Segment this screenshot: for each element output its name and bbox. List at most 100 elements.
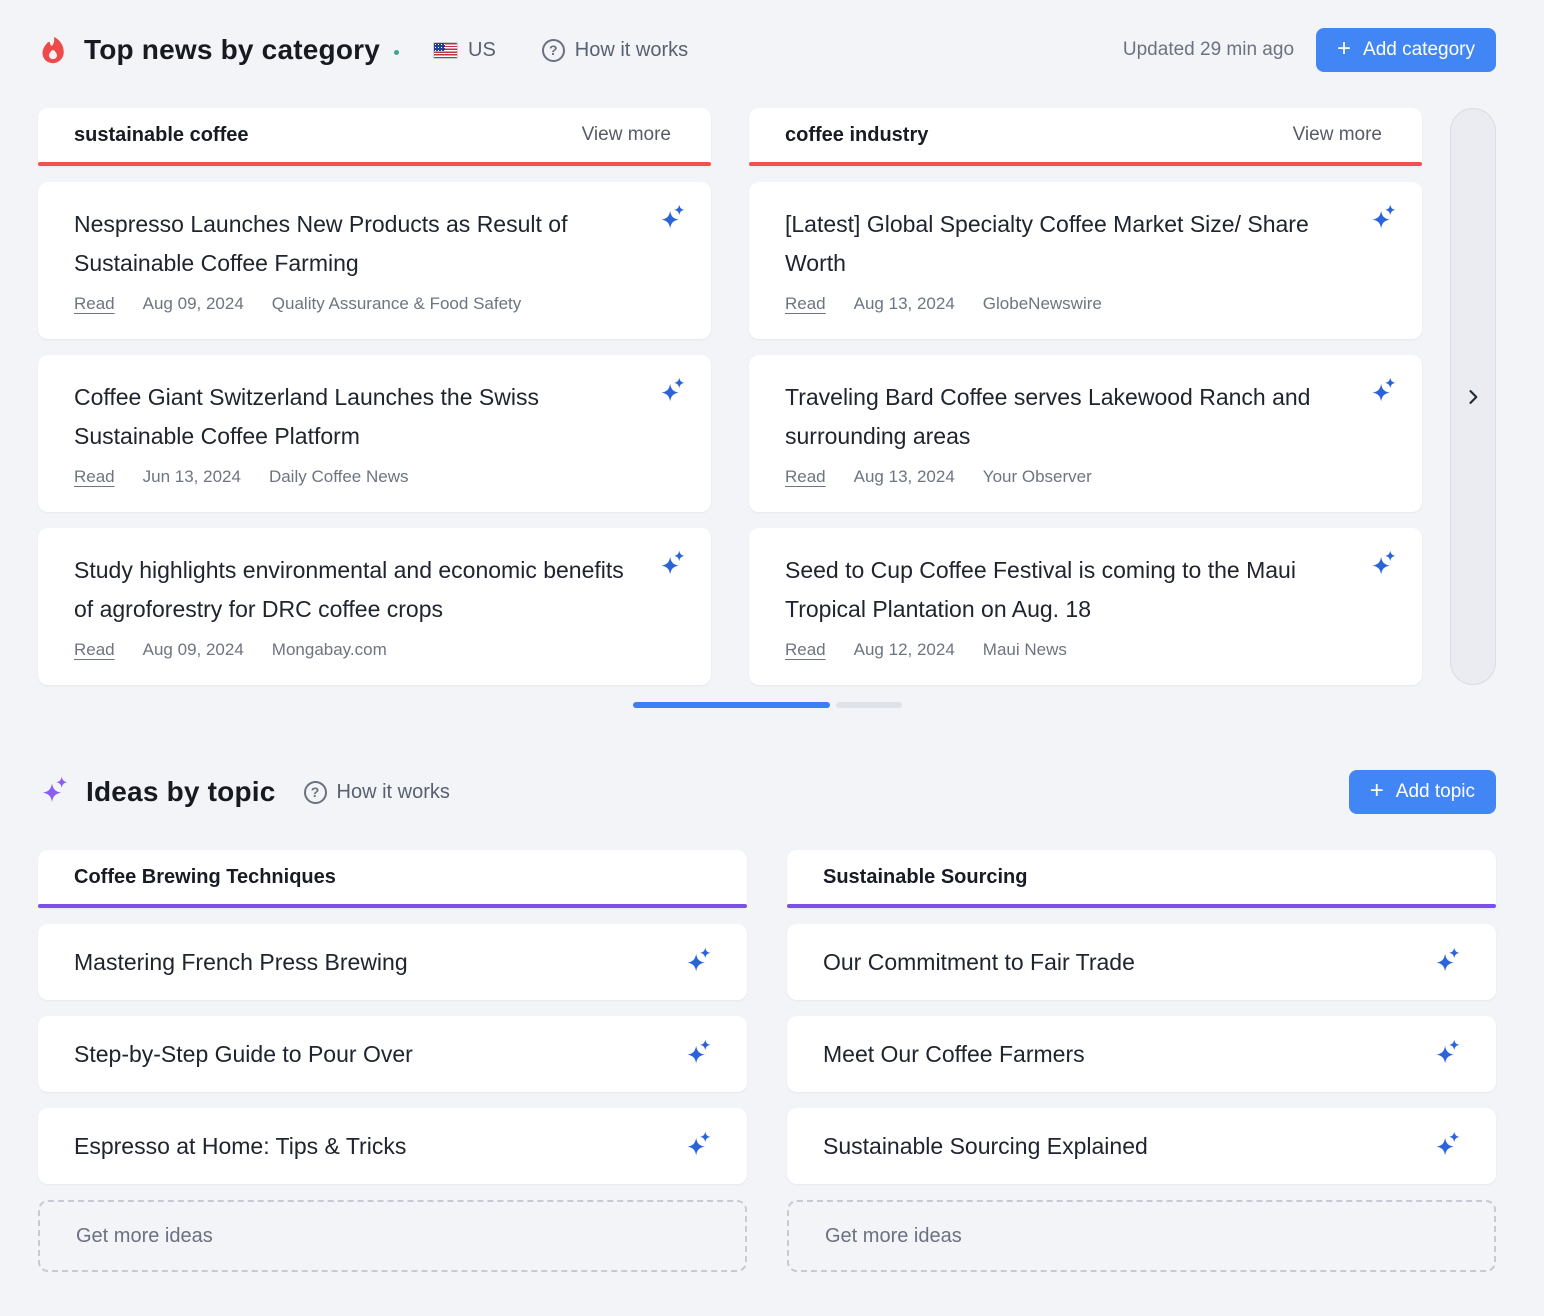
get-more-ideas-button[interactable]: Get more ideas <box>787 1200 1496 1272</box>
news-card-title: Seed to Cup Coffee Festival is coming to… <box>785 551 1352 629</box>
idea-card[interactable]: Step-by-Step Guide to Pour Over <box>38 1016 747 1092</box>
top-news-title: Top news by category <box>84 34 380 66</box>
news-card[interactable]: Seed to Cup Coffee Festival is coming to… <box>749 528 1422 685</box>
news-carousel: sustainable coffee View more Nespresso L… <box>38 108 1496 685</box>
news-card-source: Daily Coffee News <box>269 467 409 487</box>
idea-title: Our Commitment to Fair Trade <box>823 949 1135 976</box>
flame-icon <box>38 35 68 65</box>
country-label: US <box>468 39 496 62</box>
news-card-source: GlobeNewswire <box>983 294 1102 314</box>
news-column-coffee-industry: coffee industry View more [Latest] Globa… <box>749 108 1422 685</box>
ai-sparkle-icon[interactable] <box>683 1039 713 1069</box>
topic-column-coffee-brewing: Coffee Brewing Techniques Mastering Fren… <box>38 850 747 1272</box>
us-flag-icon <box>433 42 458 59</box>
ai-sparkle-icon[interactable] <box>657 204 687 234</box>
ai-sparkle-icon[interactable] <box>683 1131 713 1161</box>
sparkle-purple-icon <box>38 776 70 808</box>
news-card-source: Maui News <box>983 640 1067 660</box>
idea-card[interactable]: Meet Our Coffee Farmers <box>787 1016 1496 1092</box>
news-card-title: Nespresso Launches New Products as Resul… <box>74 205 641 283</box>
status-dot <box>394 50 399 55</box>
news-card-date: Aug 09, 2024 <box>143 640 244 660</box>
news-card-date: Aug 12, 2024 <box>854 640 955 660</box>
question-icon[interactable]: ? <box>542 39 565 62</box>
news-card-title: Traveling Bard Coffee serves Lakewood Ra… <box>785 378 1352 456</box>
read-link[interactable]: Read <box>74 467 115 487</box>
ideas-columns: Coffee Brewing Techniques Mastering Fren… <box>38 850 1496 1272</box>
news-column-sustainable-coffee: sustainable coffee View more Nespresso L… <box>38 108 711 685</box>
topic-column-sustainable-sourcing: Sustainable Sourcing Our Commitment to F… <box>787 850 1496 1272</box>
read-link[interactable]: Read <box>785 640 826 660</box>
carousel-next-button[interactable] <box>1450 108 1496 685</box>
add-topic-button[interactable]: + Add topic <box>1349 770 1496 814</box>
ai-sparkle-icon[interactable] <box>683 947 713 977</box>
news-card[interactable]: Study highlights environmental and econo… <box>38 528 711 685</box>
read-link[interactable]: Read <box>785 467 826 487</box>
idea-card[interactable]: Our Commitment to Fair Trade <box>787 924 1496 1000</box>
top-news-header: Top news by category US ? How it works U… <box>38 28 1496 72</box>
ai-sparkle-icon[interactable] <box>657 377 687 407</box>
news-card[interactable]: Coffee Giant Switzerland Launches the Sw… <box>38 355 711 512</box>
idea-card[interactable]: Mastering French Press Brewing <box>38 924 747 1000</box>
category-header: sustainable coffee View more <box>38 108 711 166</box>
category-header: coffee industry View more <box>749 108 1422 166</box>
get-more-ideas-button[interactable]: Get more ideas <box>38 1200 747 1272</box>
news-card[interactable]: [Latest] Global Specialty Coffee Market … <box>749 182 1422 339</box>
news-card-date: Jun 13, 2024 <box>143 467 241 487</box>
read-link[interactable]: Read <box>74 640 115 660</box>
plus-icon: + <box>1337 37 1351 61</box>
topic-underline <box>38 904 747 908</box>
category-underline <box>749 162 1422 166</box>
ideas-header: Ideas by topic ? How it works + Add topi… <box>38 770 1496 814</box>
ai-sparkle-icon[interactable] <box>1368 377 1398 407</box>
ai-sparkle-icon[interactable] <box>1432 1039 1462 1069</box>
ai-sparkle-icon[interactable] <box>657 550 687 580</box>
news-card-date: Aug 13, 2024 <box>854 294 955 314</box>
ai-sparkle-icon[interactable] <box>1368 550 1398 580</box>
read-link[interactable]: Read <box>74 294 115 314</box>
news-card-source: Quality Assurance & Food Safety <box>272 294 521 314</box>
news-card[interactable]: Traveling Bard Coffee serves Lakewood Ra… <box>749 355 1422 512</box>
idea-card[interactable]: Espresso at Home: Tips & Tricks <box>38 1108 747 1184</box>
topic-underline <box>787 904 1496 908</box>
content-dashboard: Top news by category US ? How it works U… <box>0 0 1544 1316</box>
news-card-title: Study highlights environmental and econo… <box>74 551 641 629</box>
category-name: coffee industry <box>785 124 928 147</box>
carousel-pagination <box>38 702 1496 708</box>
topic-header: Sustainable Sourcing <box>787 850 1496 908</box>
idea-title: Espresso at Home: Tips & Tricks <box>74 1133 406 1160</box>
pagination-bar-active[interactable] <box>633 702 830 708</box>
news-card-date: Aug 09, 2024 <box>143 294 244 314</box>
view-more-link[interactable]: View more <box>1293 124 1382 146</box>
topic-name: Sustainable Sourcing <box>823 866 1027 889</box>
idea-title: Mastering French Press Brewing <box>74 949 408 976</box>
plus-icon: + <box>1370 779 1384 803</box>
news-card-date: Aug 13, 2024 <box>854 467 955 487</box>
topic-name: Coffee Brewing Techniques <box>74 866 336 889</box>
view-more-link[interactable]: View more <box>582 124 671 146</box>
idea-title: Meet Our Coffee Farmers <box>823 1041 1085 1068</box>
read-link[interactable]: Read <box>785 294 826 314</box>
ai-sparkle-icon[interactable] <box>1432 947 1462 977</box>
add-category-button[interactable]: + Add category <box>1316 28 1496 72</box>
news-card-title: Coffee Giant Switzerland Launches the Sw… <box>74 378 641 456</box>
how-it-works-link[interactable]: How it works <box>575 39 688 62</box>
idea-title: Sustainable Sourcing Explained <box>823 1133 1148 1160</box>
news-card-title: [Latest] Global Specialty Coffee Market … <box>785 205 1352 283</box>
category-underline <box>38 162 711 166</box>
category-name: sustainable coffee <box>74 124 249 147</box>
question-icon[interactable]: ? <box>304 781 327 804</box>
pagination-bar-inactive[interactable] <box>836 702 902 708</box>
news-card-source: Mongabay.com <box>272 640 387 660</box>
ideas-title: Ideas by topic <box>86 776 276 808</box>
updated-timestamp: Updated 29 min ago <box>1123 39 1294 61</box>
idea-card[interactable]: Sustainable Sourcing Explained <box>787 1108 1496 1184</box>
news-card[interactable]: Nespresso Launches New Products as Resul… <box>38 182 711 339</box>
chevron-right-icon <box>1463 387 1483 407</box>
ai-sparkle-icon[interactable] <box>1432 1131 1462 1161</box>
how-it-works-link[interactable]: How it works <box>337 781 450 804</box>
news-card-source: Your Observer <box>983 467 1092 487</box>
ai-sparkle-icon[interactable] <box>1368 204 1398 234</box>
topic-header: Coffee Brewing Techniques <box>38 850 747 908</box>
idea-title: Step-by-Step Guide to Pour Over <box>74 1041 413 1068</box>
